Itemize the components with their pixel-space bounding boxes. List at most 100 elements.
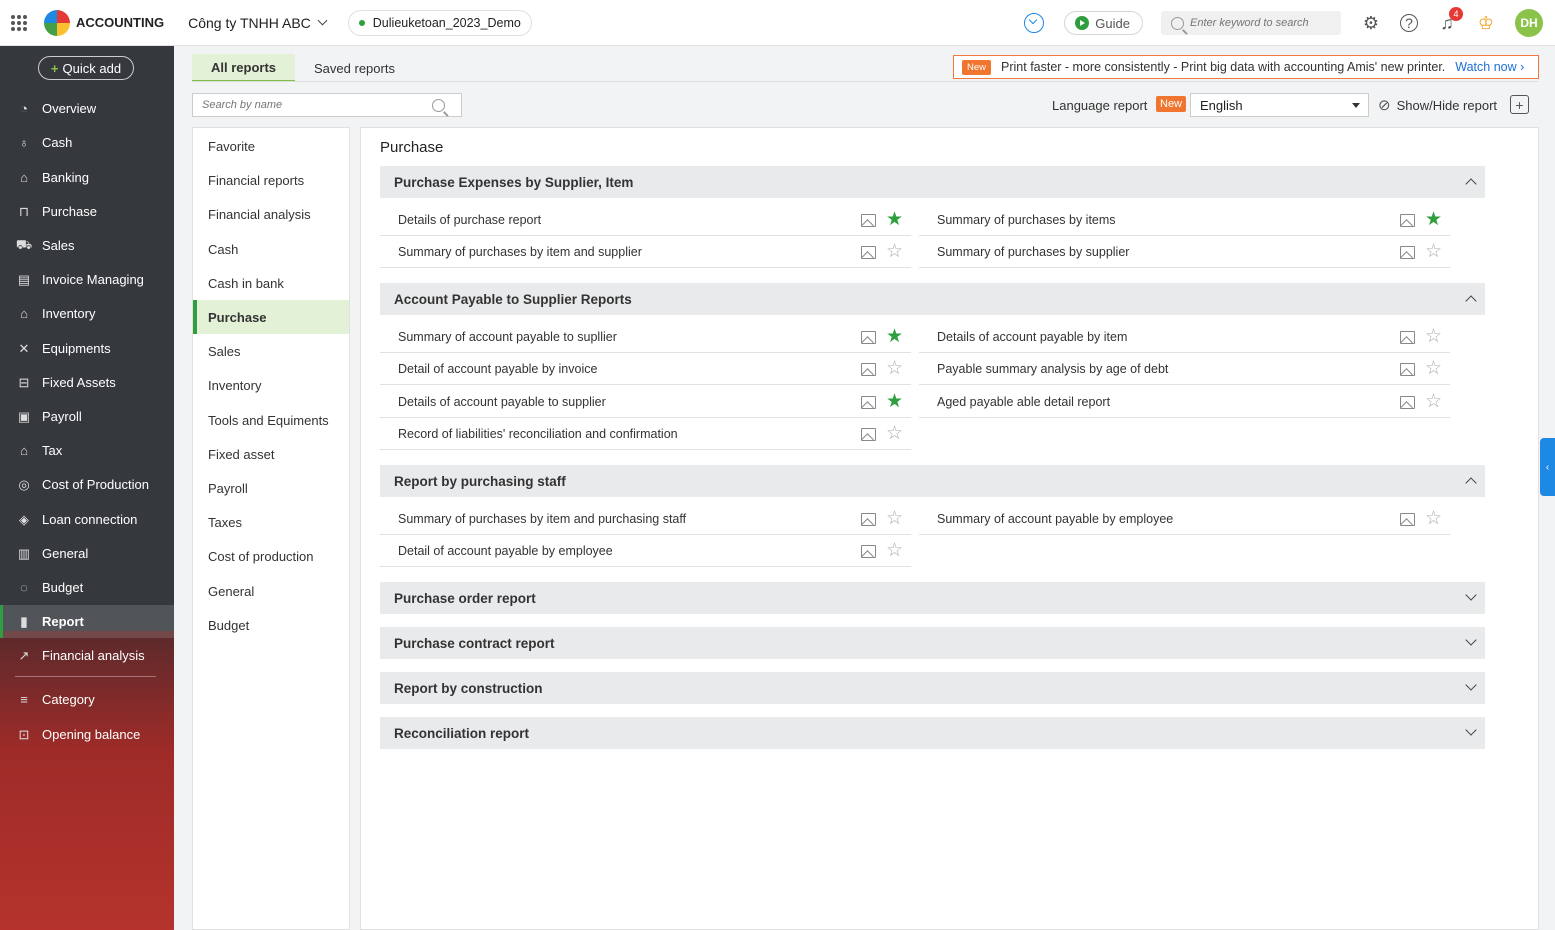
report-row[interactable]: Summary of purchases by item and purchas… [380,503,911,535]
report-search-input[interactable] [202,99,432,111]
report-name[interactable]: Detail of account payable by employee [398,544,613,558]
notification-bell-icon[interactable]: ♫ 4 [1437,7,1463,33]
sidebar-item-payroll[interactable]: ▣ Payroll [0,400,174,433]
section-header[interactable]: Purchase contract report [380,627,1485,659]
global-search[interactable] [1161,11,1341,35]
add-panel-icon[interactable]: + [1510,95,1529,114]
image-preview-icon[interactable] [1399,512,1415,526]
guide-button[interactable]: Guide [1064,11,1143,35]
image-preview-icon[interactable] [860,544,876,558]
category-item-cost-of-production[interactable]: Cost of production [193,539,349,573]
star-outline-icon[interactable]: ☆ [1425,327,1442,346]
image-preview-icon[interactable] [860,427,876,441]
report-name[interactable]: Summary of purchases by items [937,213,1116,227]
image-preview-icon[interactable] [860,395,876,409]
sidebar-item-sales[interactable]: ⛟ Sales [0,229,174,262]
report-name[interactable]: Aged payable able detail report [937,395,1110,409]
download-icon[interactable] [1024,13,1045,33]
report-name[interactable]: Summary of account payable by employee [937,512,1173,526]
section-header[interactable]: Purchase order report [380,582,1485,614]
report-name[interactable]: Summary of purchases by item and purchas… [398,512,686,526]
category-item-tools[interactable]: Tools and Equiments [193,403,349,437]
section-header[interactable]: Report by purchasing staff [380,465,1485,497]
settings-gear-icon[interactable]: ⚙ [1361,13,1381,33]
report-name[interactable]: Detail of account payable by invoice [398,362,597,376]
star-outline-icon[interactable]: ☆ [1425,392,1442,411]
app-launcher-icon[interactable] [11,14,27,31]
star-outline-icon[interactable]: ☆ [1425,242,1442,261]
database-selector[interactable]: Dulieuketoan_2023_Demo [347,9,532,36]
chevron-up-icon[interactable] [1465,178,1477,190]
user-avatar[interactable]: DH [1515,9,1543,37]
image-preview-icon[interactable] [1399,245,1415,259]
image-preview-icon[interactable] [860,245,876,259]
sidebar-item-budget[interactable]: ◌ Budget [0,571,174,604]
report-row[interactable]: Aged payable able detail report ☆ [919,386,1450,418]
report-row[interactable]: Summary of purchases by supplier ☆ [919,236,1450,268]
sidebar-item-report[interactable]: ▮ Report [0,605,174,638]
category-item-cash-in-bank[interactable]: Cash in bank [193,266,349,300]
category-item-taxes[interactable]: Taxes [193,505,349,539]
star-outline-icon[interactable]: ☆ [886,541,903,560]
sidebar-item-purchase[interactable]: ⊓ Purchase [0,195,174,228]
report-row[interactable]: Details of purchase report ★ [380,204,911,236]
category-item-financial-analysis[interactable]: Financial analysis [193,197,349,231]
image-preview-icon[interactable] [1399,330,1415,344]
category-item-budget[interactable]: Budget [193,608,349,642]
help-icon[interactable]: ? [1400,14,1418,32]
star-outline-icon[interactable]: ☆ [1425,359,1442,378]
sidebar-item-financial-analysis[interactable]: ↗ Financial analysis [0,639,174,672]
report-name[interactable]: Payable summary analysis by age of debt [937,362,1168,376]
chevron-down-icon[interactable] [1465,724,1477,736]
star-outline-icon[interactable]: ☆ [886,242,903,261]
category-item-cash[interactable]: Cash [193,232,349,266]
company-selector[interactable]: Công ty TNHH ABC [188,15,328,31]
chevron-up-icon[interactable] [1465,477,1477,489]
star-outline-icon[interactable]: ☆ [886,424,903,443]
image-preview-icon[interactable] [860,330,876,344]
sidebar-item-cash[interactable]: ♁ Cash [0,126,174,159]
section-header[interactable]: Reconciliation report [380,717,1485,749]
report-row[interactable]: Detail of account payable by employee ☆ [380,535,911,567]
section-header[interactable]: Report by construction [380,672,1485,704]
report-row[interactable]: Detail of account payable by invoice ☆ [380,353,911,385]
image-preview-icon[interactable] [1399,213,1415,227]
gift-icon[interactable]: ♔ [1476,13,1496,33]
star-filled-icon[interactable]: ★ [1425,210,1442,229]
image-preview-icon[interactable] [860,362,876,376]
category-item-sales[interactable]: Sales [193,334,349,368]
sidebar-item-fixed-assets[interactable]: ⊟ Fixed Assets [0,366,174,399]
report-row[interactable]: Summary of purchases by items ★ [919,204,1450,236]
star-filled-icon[interactable]: ★ [886,210,903,229]
star-outline-icon[interactable]: ☆ [1425,509,1442,528]
report-row[interactable]: Summary of account payable to supllier ★ [380,321,911,353]
category-item-purchase[interactable]: Purchase [193,300,349,334]
chevron-up-icon[interactable] [1465,295,1477,307]
chevron-down-icon[interactable] [1465,634,1477,646]
watch-now-link[interactable]: Watch now › [1455,60,1524,74]
report-row[interactable]: Record of liabilities' reconciliation an… [380,418,911,450]
sidebar-item-cost-of-production[interactable]: ◎ Cost of Production [0,468,174,501]
report-name[interactable]: Details of account payable to supplier [398,395,606,409]
quick-add-button[interactable]: + Quick add [38,56,134,80]
star-filled-icon[interactable]: ★ [886,327,903,346]
sidebar-item-general[interactable]: ▥ General [0,537,174,570]
global-search-input[interactable] [1190,17,1330,29]
section-header[interactable]: Account Payable to Supplier Reports [380,283,1485,315]
star-outline-icon[interactable]: ☆ [886,359,903,378]
category-item-financial-reports[interactable]: Financial reports [193,163,349,197]
report-name[interactable]: Details of purchase report [398,213,541,227]
report-name[interactable]: Record of liabilities' reconciliation an… [398,427,678,441]
report-search[interactable] [192,93,462,117]
image-preview-icon[interactable] [1399,362,1415,376]
sidebar-item-invoice-managing[interactable]: ▤ Invoice Managing [0,263,174,296]
report-row[interactable]: Summary of purchases by item and supplie… [380,236,911,268]
category-item-favorite[interactable]: Favorite [193,129,349,163]
image-preview-icon[interactable] [860,213,876,227]
sidebar-item-banking[interactable]: ⌂ Banking [0,161,174,194]
collapse-panel-handle[interactable]: ‹ [1540,438,1555,496]
star-filled-icon[interactable]: ★ [886,392,903,411]
sidebar-item-equipments[interactable]: ✕ Equipments [0,332,174,365]
chevron-down-icon[interactable] [1465,679,1477,691]
report-name[interactable]: Summary of purchases by item and supplie… [398,245,642,259]
